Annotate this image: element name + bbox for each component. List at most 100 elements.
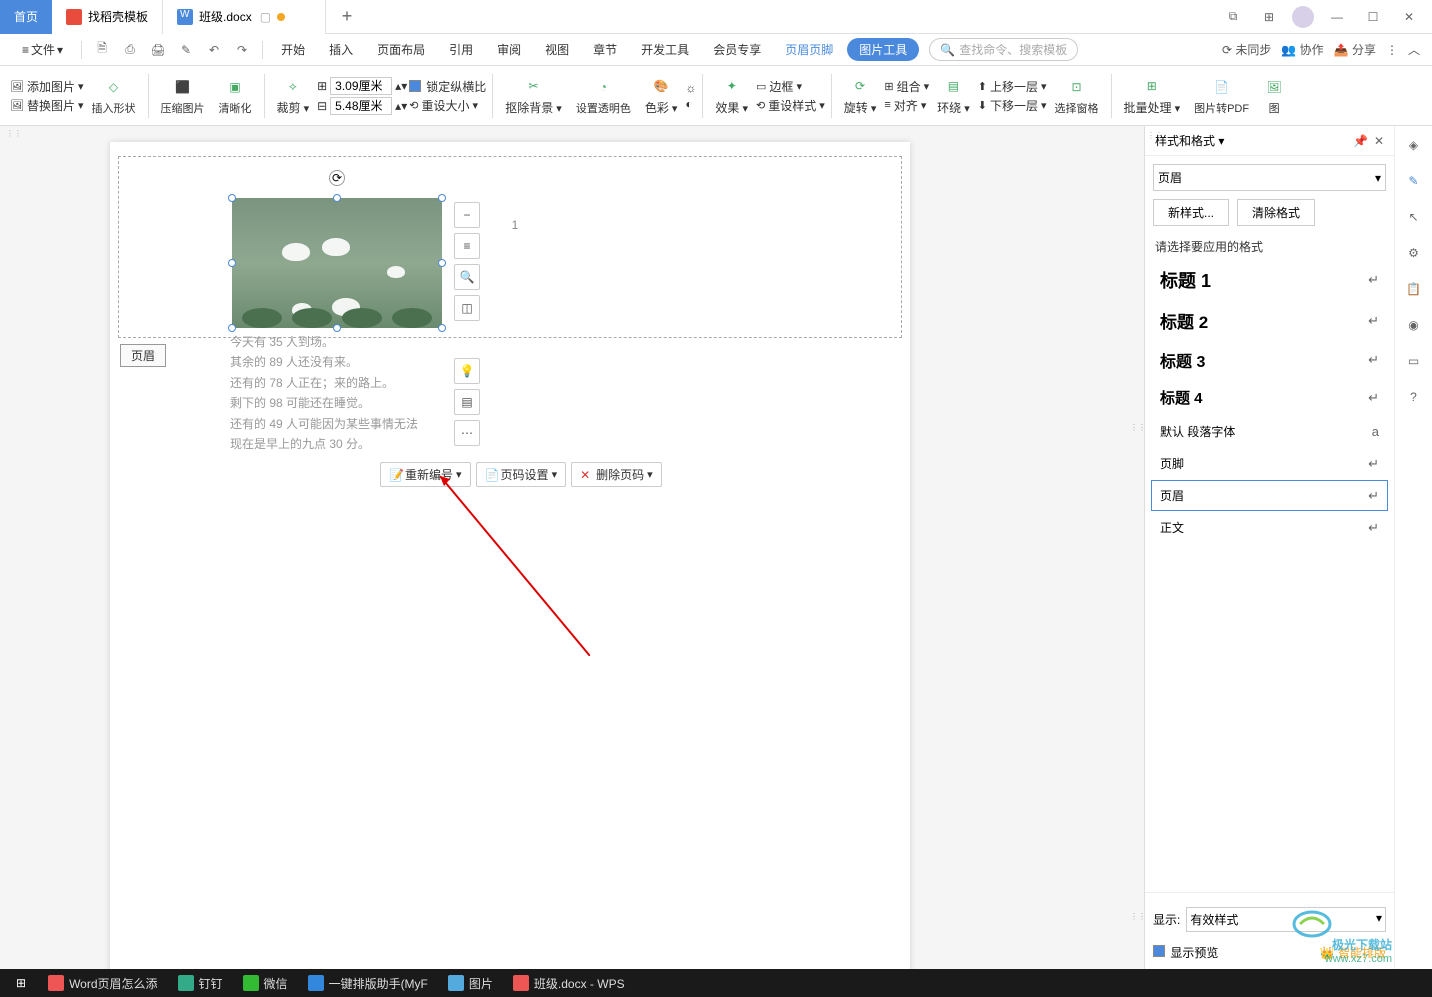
close-panel-icon[interactable]: ✕ <box>1374 134 1384 148</box>
selected-image[interactable]: ⟳ <box>232 198 442 328</box>
user-avatar[interactable] <box>1292 6 1314 28</box>
align-button[interactable]: ≡ 对齐 ▾ <box>884 97 929 114</box>
pic-extract-button[interactable]: 🖼图 <box>1257 70 1291 122</box>
border-button[interactable]: ▭ 边框 ▾ <box>756 78 825 95</box>
menu-page-layout[interactable]: 页面布局 <box>367 37 435 62</box>
tab-template[interactable]: 找稻壳模板 <box>52 0 163 34</box>
taskbar-item[interactable]: 班级.docx - WPS <box>503 972 635 995</box>
preview-checkbox[interactable]: 显示预览 <box>1153 944 1218 961</box>
resize-handle-w[interactable] <box>228 259 236 267</box>
maximize-button[interactable]: ☐ <box>1360 4 1386 30</box>
clear-format-button[interactable]: 清除格式 <box>1237 199 1315 226</box>
style-item[interactable]: 默认 段落字体a <box>1151 416 1388 447</box>
brush-icon[interactable]: ✎ <box>177 41 195 59</box>
resize-handle-ne[interactable] <box>438 194 446 202</box>
ft-zoom-button[interactable]: 🔍 <box>454 264 480 290</box>
layout-icon[interactable]: ⧉ <box>1220 4 1246 30</box>
collab-button[interactable]: 👥 协作 <box>1281 41 1323 58</box>
ft-more-button[interactable]: ⋯ <box>454 420 480 446</box>
ft-crop-button[interactable]: ◫ <box>454 295 480 321</box>
transparent-color-button[interactable]: ◔设置透明色 <box>570 70 637 122</box>
resize-handle-s[interactable] <box>333 324 341 332</box>
reset-size-button[interactable]: ⟲ 重设大小 ▾ <box>409 97 486 114</box>
new-style-button[interactable]: 新样式... <box>1153 199 1229 226</box>
minimize-button[interactable]: — <box>1324 4 1350 30</box>
style-item[interactable]: 标题 3↵ <box>1151 341 1388 379</box>
menu-reference[interactable]: 引用 <box>439 37 483 62</box>
width-input[interactable] <box>330 97 392 115</box>
menu-developer[interactable]: 开发工具 <box>631 37 699 62</box>
menu-review[interactable]: 审阅 <box>487 37 531 62</box>
save-icon[interactable]: 🗎 <box>93 41 111 59</box>
menu-start[interactable]: 开始 <box>271 37 315 62</box>
print-icon[interactable]: 🖨 <box>149 41 167 59</box>
search-input[interactable]: 🔍 查找命令、搜索模板 <box>929 38 1078 61</box>
group-button[interactable]: ⊞ 组合 ▾ <box>884 78 929 95</box>
share-button[interactable]: 📤 分享 <box>1334 41 1376 58</box>
taskbar-item[interactable]: Word页眉怎么添 <box>38 972 167 995</box>
redo-icon[interactable]: ↷ <box>233 41 251 59</box>
brightness-button[interactable]: ☼ <box>685 81 696 95</box>
settings-icon[interactable]: ⚙ <box>1403 242 1425 264</box>
apps-icon[interactable]: ⊞ <box>1256 4 1282 30</box>
stepper-icon[interactable]: ▴▾ <box>395 79 407 93</box>
contrast-button[interactable]: ◐ <box>685 97 696 111</box>
rotate-handle[interactable]: ⟳ <box>329 170 345 186</box>
style-item[interactable]: 标题 1↵ <box>1151 260 1388 300</box>
add-picture-button[interactable]: 🖼 添加图片 ▾ <box>10 78 84 95</box>
clipboard-icon[interactable]: 📋 <box>1403 278 1425 300</box>
location-icon[interactable]: ◉ <box>1403 314 1425 336</box>
rotate-button[interactable]: ⟳旋转 ▾ <box>838 70 883 122</box>
taskbar-item[interactable]: 钉钉 <box>168 972 233 995</box>
cursor-icon[interactable]: ↖ <box>1403 206 1425 228</box>
stepper-icon[interactable]: ▴▾ <box>395 99 407 113</box>
style-item[interactable]: 页脚↵ <box>1151 448 1388 479</box>
close-button[interactable]: ✕ <box>1396 4 1422 30</box>
read-icon[interactable]: ▭ <box>1403 350 1425 372</box>
more-icon[interactable]: ⋮ <box>1386 43 1398 57</box>
undo-icon[interactable]: ↶ <box>205 41 223 59</box>
effects-button[interactable]: ✦效果 ▾ <box>709 70 754 122</box>
panel-drag-icon[interactable]: ⋮⋮ <box>6 132 16 136</box>
crop-button[interactable]: ⟡裁剪 ▾ <box>271 70 316 122</box>
style-item[interactable]: 标题 4↵ <box>1151 380 1388 415</box>
color-button[interactable]: 🎨色彩 ▾ <box>639 70 684 122</box>
panel-drag-icon[interactable]: ⋮⋮ <box>1147 134 1157 138</box>
ft-minus-button[interactable]: − <box>454 202 480 228</box>
send-backward-button[interactable]: ⬇ 下移一层 ▾ <box>978 97 1047 114</box>
wrap-button[interactable]: ▤环绕 ▾ <box>931 70 976 122</box>
menu-picture-tools[interactable]: 图片工具 <box>847 38 919 61</box>
resize-handle-se[interactable] <box>438 324 446 332</box>
unsync-button[interactable]: ⟳ 未同步 <box>1222 41 1271 58</box>
diamond-icon[interactable]: ◈ <box>1403 134 1425 156</box>
pic-to-pdf-button[interactable]: 📄图片转PDF <box>1188 70 1255 122</box>
pin-icon[interactable]: 📌 <box>1353 134 1368 148</box>
collapse-ribbon-icon[interactable]: ︿ <box>1408 41 1420 58</box>
batch-button[interactable]: ⊞批量处理 ▾ <box>1118 70 1187 122</box>
taskbar-item[interactable]: 微信 <box>233 972 298 995</box>
edit-icon[interactable]: ✎ <box>1403 170 1425 192</box>
tab-home[interactable]: 首页 <box>0 0 52 34</box>
ft-layout-button[interactable]: ≡ <box>454 233 480 259</box>
style-item[interactable]: 页眉↵ <box>1151 480 1388 511</box>
ft-bulb-button[interactable]: 💡 <box>454 358 480 384</box>
selection-pane-button[interactable]: ⊡选择窗格 <box>1049 70 1105 122</box>
resize-handle-e[interactable] <box>438 259 446 267</box>
insert-shape-button[interactable]: ◇插入形状 <box>86 70 142 122</box>
current-style-dropdown[interactable]: 页眉▾ <box>1153 164 1386 191</box>
resize-handle-nw[interactable] <box>228 194 236 202</box>
resize-handle-sw[interactable] <box>228 324 236 332</box>
tab-document[interactable]: 班级.docx ▢ <box>163 0 326 34</box>
resize-handle-n[interactable] <box>333 194 341 202</box>
style-item[interactable]: 标题 2↵ <box>1151 301 1388 340</box>
remove-bg-button[interactable]: ✂抠除背景 ▾ <box>499 70 568 122</box>
start-button[interactable]: ⊞ <box>6 973 36 993</box>
bring-forward-button[interactable]: ⬆ 上移一层 ▾ <box>978 78 1047 95</box>
reset-style-button[interactable]: ⟲ 重设样式 ▾ <box>756 97 825 114</box>
menu-header-footer[interactable]: 页眉页脚 <box>775 37 843 62</box>
document-area[interactable]: ⋮⋮ 1 页眉 ⟳ <box>0 126 1144 969</box>
ft-wrap-button[interactable]: ▤ <box>454 389 480 415</box>
clarity-button[interactable]: ▣清晰化 <box>213 70 258 122</box>
help-icon[interactable]: ? <box>1403 386 1425 408</box>
print-preview-icon[interactable]: ⎙ <box>121 41 139 59</box>
